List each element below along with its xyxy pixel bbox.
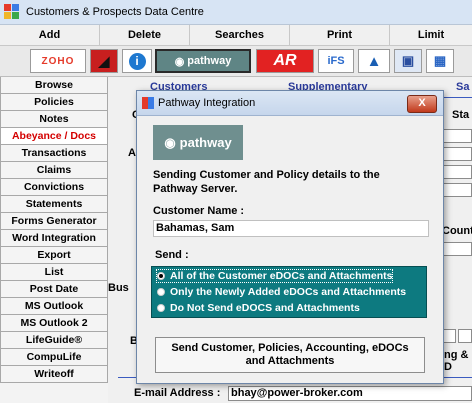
compu-app-button[interactable]: ▣ (394, 49, 422, 73)
pathway-button-label: pathway (187, 55, 232, 67)
dialog-description-line2: Pathway Server. (153, 183, 238, 195)
small-field-2[interactable] (458, 329, 472, 343)
address-field-2[interactable] (442, 165, 472, 179)
option-no-edocs[interactable]: Do Not Send eDOCS and Attachments (157, 302, 360, 314)
email-field[interactable]: bhay@power-broker.com (228, 386, 472, 401)
dialog-description-line1: Sending Customer and Policy details to t… (153, 169, 380, 181)
option-new-edocs[interactable]: Only the Newly Added eDOCs and Attachmen… (157, 286, 406, 298)
sidebar-item-notes[interactable]: Notes (0, 111, 108, 128)
menu-bar: Add Delete Searches Print Limit (0, 25, 472, 46)
window-titlebar: Customers & Prospects Data Centre (0, 0, 472, 25)
dialog-title: Pathway Integration (158, 97, 256, 109)
status-field[interactable] (442, 129, 472, 143)
sidebar: Browse Policies Notes Abeyance / Docs Tr… (0, 77, 108, 383)
menu-print[interactable]: Print (290, 25, 390, 45)
send-button-label-line1: Send Customer, Policies, Accounting, eDO… (171, 342, 409, 354)
sidebar-item-forms-generator[interactable]: Forms Generator (0, 213, 108, 230)
pathway-logo-icon: ◉ (174, 55, 185, 68)
ar-logo-icon: AR (273, 52, 297, 69)
pathway-logo-text: pathway (179, 135, 232, 150)
address-field-3[interactable] (442, 183, 472, 197)
sidebar-item-export[interactable]: Export (0, 247, 108, 264)
sidebar-item-policies[interactable]: Policies (0, 94, 108, 111)
ifs-button[interactable]: iFS (318, 49, 354, 73)
triangle-logo-icon: ▲ (366, 52, 382, 70)
sidebar-item-claims[interactable]: Claims (0, 162, 108, 179)
fragment-ng: ng & D (444, 349, 469, 373)
dialog-titlebar: Pathway Integration X (137, 91, 443, 116)
menu-add[interactable]: Add (0, 25, 100, 45)
ifs-logo-icon: iFS (327, 55, 345, 67)
fragment-a: A (128, 147, 136, 159)
sidebar-item-convictions[interactable]: Convictions (0, 179, 108, 196)
fragment-sta: Sta (452, 109, 470, 121)
menu-searches[interactable]: Searches (190, 25, 290, 45)
option-all-edocs-label: All of the Customer eDOCs and Attachment… (170, 270, 393, 282)
tab-sa[interactable]: Sa (456, 81, 469, 93)
app-icon (4, 4, 22, 20)
sidebar-item-ms-outlook-2[interactable]: MS Outlook 2 (0, 315, 108, 332)
send-button[interactable]: Send Customer, Policies, Accounting, eDO… (155, 337, 425, 373)
sidebar-item-transactions[interactable]: Transactions (0, 145, 108, 162)
dialog-close-button[interactable]: X (407, 95, 437, 113)
red-app-button[interactable]: ◢ (90, 49, 118, 73)
address-field[interactable] (442, 147, 472, 161)
option-no-edocs-label: Do Not Send eDOCS and Attachments (170, 302, 360, 314)
small-field-1[interactable] (442, 329, 456, 343)
sidebar-item-lifeguide[interactable]: LifeGuide® (0, 332, 108, 349)
dialog-app-icon (142, 97, 154, 109)
triangle-app-button[interactable]: ▲ (358, 49, 390, 73)
sidebar-item-post-date[interactable]: Post Date (0, 281, 108, 298)
option-new-edocs-label: Only the Newly Added eDOCs and Attachmen… (170, 286, 407, 298)
pathway-button[interactable]: ◉ pathway (155, 49, 251, 73)
customer-name-label: Customer Name : (153, 205, 245, 217)
k-logo-icon: ◢ (98, 52, 110, 69)
ar-button[interactable]: AR (256, 49, 314, 73)
sidebar-item-browse[interactable]: Browse (0, 77, 108, 94)
country-field[interactable] (442, 242, 472, 256)
menu-limit[interactable]: Limit (390, 25, 472, 45)
sidebar-item-statements[interactable]: Statements (0, 196, 108, 213)
integration-toolbar: ZOHO ◢ i ◉ pathway AR iFS ▲ ▣ ▦ (0, 46, 472, 77)
sidebar-item-word-integration[interactable]: Word Integration (0, 230, 108, 247)
window-title: Customers & Prospects Data Centre (26, 6, 204, 18)
pathway-logo: ◉ pathway (153, 125, 243, 160)
radio-unselected-icon (157, 288, 165, 296)
sidebar-item-ms-outlook[interactable]: MS Outlook (0, 298, 108, 315)
send-options-group: All of the Customer eDOCs and Attachment… (151, 266, 427, 318)
menu-delete[interactable]: Delete (100, 25, 190, 45)
sidebar-item-compulife[interactable]: CompuLife (0, 349, 108, 366)
email-label: E-mail Address : (134, 387, 221, 399)
grid-icon: ▦ (433, 53, 447, 68)
customer-name-field[interactable]: Bahamas, Sam (153, 220, 429, 237)
monitor-icon: ▣ (401, 53, 415, 68)
radio-selected-icon (157, 272, 165, 280)
sidebar-item-writeoff[interactable]: Writeoff (0, 366, 108, 383)
info-icon: i (128, 52, 146, 70)
sidebar-item-list[interactable]: List (0, 264, 108, 281)
zoho-button[interactable]: ZOHO (30, 49, 86, 73)
zoho-logo-icon: ZOHO (41, 55, 75, 67)
send-label: Send : (155, 249, 189, 261)
sidebar-item-abeyance-docs[interactable]: Abeyance / Docs (0, 128, 108, 145)
grid-app-button[interactable]: ▦ (426, 49, 454, 73)
pathway-integration-dialog: Pathway Integration X ◉ pathway Sending … (136, 90, 444, 384)
pathway-logo-icon: ◉ (164, 134, 176, 150)
option-all-edocs[interactable]: All of the Customer eDOCs and Attachment… (155, 269, 394, 283)
fragment-country: Countr (442, 225, 472, 237)
send-button-label-line2: and Attachments (245, 355, 335, 367)
fragment-bus: Bus (108, 282, 129, 294)
info-button[interactable]: i (122, 49, 152, 73)
radio-unselected-icon (157, 304, 165, 312)
